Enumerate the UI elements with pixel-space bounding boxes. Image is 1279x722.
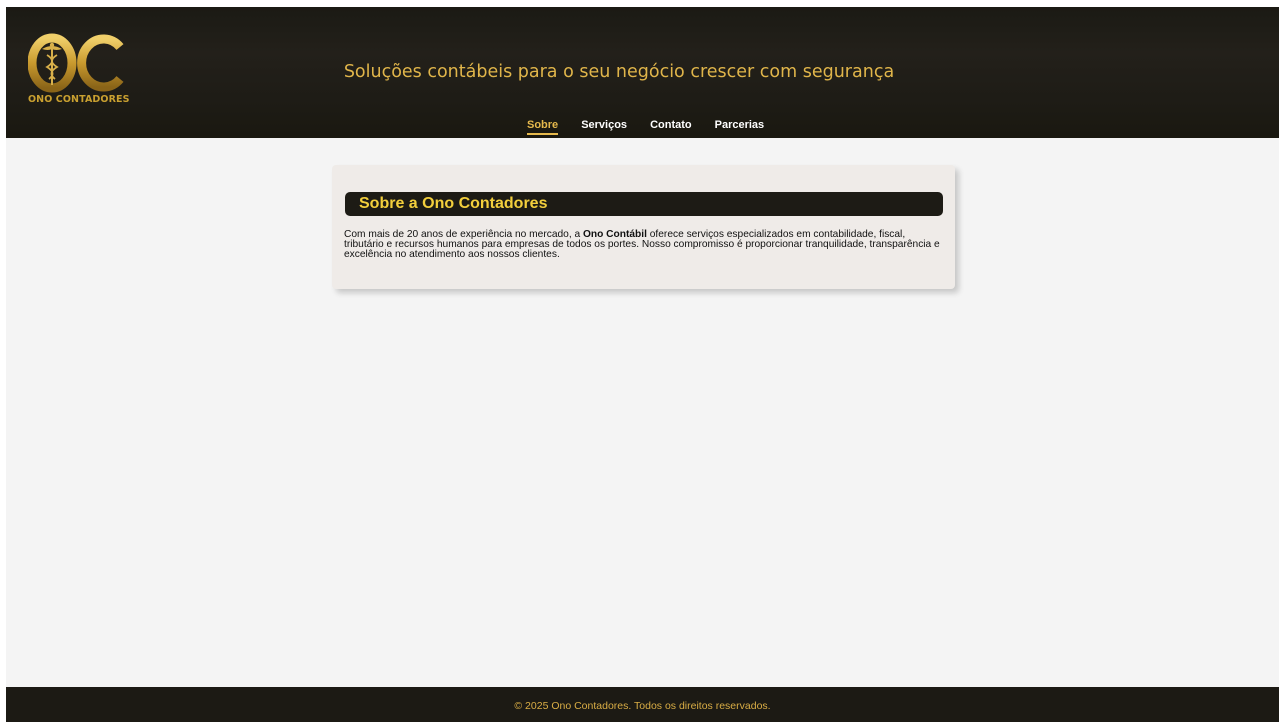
- nav-item-contato[interactable]: Contato: [650, 119, 692, 135]
- about-section: Sobre a Ono Contadores Com mais de 20 an…: [332, 165, 955, 289]
- header-tagline: Soluções contábeis para o seu negócio cr…: [343, 62, 895, 82]
- footer-copyright: © 2025 Ono Contadores. Todos os direitos…: [514, 700, 771, 712]
- about-title: Sobre a Ono Contadores: [345, 192, 943, 216]
- site-header: ONO CONTADORES Soluções contábeis para o…: [6, 7, 1279, 138]
- nav-item-parcerias[interactable]: Parcerias: [715, 119, 765, 135]
- nav-item-servicos[interactable]: Serviços: [581, 119, 627, 135]
- logo-text: ONO CONTADORES: [28, 94, 130, 105]
- page: ONO CONTADORES Soluções contábeis para o…: [6, 7, 1279, 722]
- about-text: Com mais de 20 anos de experiência no me…: [344, 229, 944, 260]
- main-nav: Sobre Serviços Contato Parcerias: [527, 119, 787, 135]
- nav-item-sobre[interactable]: Sobre: [527, 119, 559, 135]
- site-footer: © 2025 Ono Contadores. Todos os direitos…: [6, 687, 1279, 722]
